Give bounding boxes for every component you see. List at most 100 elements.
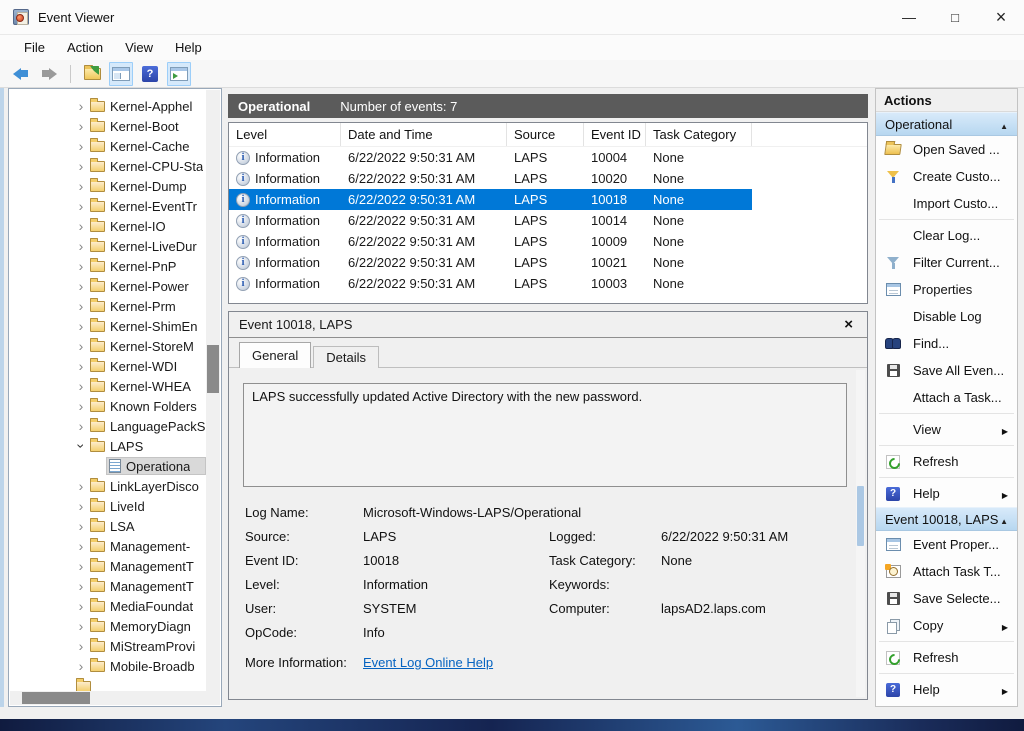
action-properties[interactable]: Properties xyxy=(876,276,1017,303)
chevron-right-icon[interactable] xyxy=(74,199,88,214)
chevron-right-icon[interactable] xyxy=(74,599,88,614)
collapse-section-icon[interactable] xyxy=(1000,117,1008,132)
tree-item-kernel-storem[interactable]: Kernel-StoreM xyxy=(10,336,206,356)
chevron-right-icon[interactable] xyxy=(74,399,88,414)
chevron-right-icon[interactable] xyxy=(74,279,88,294)
chevron-right-icon[interactable] xyxy=(74,619,88,634)
chevron-right-icon[interactable] xyxy=(74,499,88,514)
chevron-right-icon[interactable] xyxy=(74,159,88,174)
tree-item-known-folders[interactable]: Known Folders xyxy=(10,396,206,416)
tree-horizontal-scrollbar-thumb[interactable] xyxy=(22,692,90,704)
chevron-right-icon[interactable] xyxy=(74,519,88,534)
tree-item-kernel-io[interactable]: Kernel-IO xyxy=(10,216,206,236)
action-create-custo[interactable]: Create Custo... xyxy=(876,163,1017,190)
action-find[interactable]: Find... xyxy=(876,330,1017,357)
chevron-right-icon[interactable] xyxy=(74,239,88,254)
event-row-10020[interactable]: Information6/22/2022 9:50:31 AMLAPS10020… xyxy=(229,168,752,189)
action-attach-a-task[interactable]: Attach a Task... xyxy=(876,384,1017,411)
action-refresh[interactable]: Refresh xyxy=(876,644,1017,671)
action-event-proper[interactable]: Event Proper... xyxy=(876,531,1017,558)
chevron-right-icon[interactable] xyxy=(74,539,88,554)
column-header-level[interactable]: Level xyxy=(229,123,341,146)
column-header-task-category[interactable]: Task Category xyxy=(646,123,752,146)
tab-general[interactable]: General xyxy=(239,342,311,368)
back-button[interactable] xyxy=(8,62,32,86)
tree-item-laps[interactable]: LAPS xyxy=(10,436,206,456)
tree-item-management[interactable]: Management- xyxy=(10,536,206,556)
close-detail-icon[interactable]: × xyxy=(840,317,857,332)
chevron-right-icon[interactable] xyxy=(74,259,88,274)
tree-item-kernel-shimen[interactable]: Kernel-ShimEn xyxy=(10,316,206,336)
menu-help[interactable]: Help xyxy=(164,37,213,58)
tree-item-item[interactable] xyxy=(10,676,206,691)
export-log-button[interactable] xyxy=(80,62,104,86)
close-button[interactable]: × xyxy=(978,0,1024,34)
tree-item-kernel-boot[interactable]: Kernel-Boot xyxy=(10,116,206,136)
actions-section-operational[interactable]: Operational xyxy=(876,112,1017,136)
event-row-10021[interactable]: Information6/22/2022 9:50:31 AMLAPS10021… xyxy=(229,252,752,273)
tree-item-kernel-whea[interactable]: Kernel-WHEA xyxy=(10,376,206,396)
tree-item-operationa[interactable]: Operationa xyxy=(10,456,206,476)
tree-item-kernel-dump[interactable]: Kernel-Dump xyxy=(10,176,206,196)
chevron-right-icon[interactable] xyxy=(74,319,88,334)
tree-item-languagepacks[interactable]: LanguagePackS xyxy=(10,416,206,436)
tree-item-linklayerdisco[interactable]: LinkLayerDisco xyxy=(10,476,206,496)
show-console-tree-button[interactable] xyxy=(109,62,133,86)
menu-action[interactable]: Action xyxy=(56,37,114,58)
chevron-right-icon[interactable] xyxy=(74,139,88,154)
chevron-right-icon[interactable] xyxy=(74,419,88,434)
column-header-event-id[interactable]: Event ID xyxy=(584,123,646,146)
chevron-right-icon[interactable] xyxy=(74,639,88,654)
chevron-right-icon[interactable] xyxy=(74,559,88,574)
action-filter-current[interactable]: Filter Current... xyxy=(876,249,1017,276)
detail-vertical-scrollbar-thumb[interactable] xyxy=(857,486,864,546)
tree-item-kernel-livedur[interactable]: Kernel-LiveDur xyxy=(10,236,206,256)
tree-item-kernel-apphel[interactable]: Kernel-Apphel xyxy=(10,96,206,116)
event-row-10003[interactable]: Information6/22/2022 9:50:31 AMLAPS10003… xyxy=(229,273,752,294)
column-header-source[interactable]: Source xyxy=(507,123,584,146)
tree-item-kernel-wdi[interactable]: Kernel-WDI xyxy=(10,356,206,376)
show-action-pane-button[interactable] xyxy=(167,62,191,86)
action-refresh[interactable]: Refresh xyxy=(876,448,1017,475)
actions-section-event-10018-laps[interactable]: Event 10018, LAPS xyxy=(876,507,1017,531)
detail-vertical-scrollbar[interactable] xyxy=(856,370,865,697)
action-view[interactable]: View xyxy=(876,416,1017,443)
chevron-down-icon[interactable] xyxy=(74,439,88,454)
chevron-right-icon[interactable] xyxy=(74,179,88,194)
collapse-section-icon[interactable] xyxy=(1000,512,1008,527)
chevron-right-icon[interactable] xyxy=(74,579,88,594)
action-save-selecte[interactable]: Save Selecte... xyxy=(876,585,1017,612)
tree-item-kernel-power[interactable]: Kernel-Power xyxy=(10,276,206,296)
column-header-date-and-time[interactable]: Date and Time xyxy=(341,123,507,146)
action-copy[interactable]: Copy xyxy=(876,612,1017,639)
tree-item-managementt[interactable]: ManagementT xyxy=(10,576,206,596)
help-button[interactable]: ? xyxy=(138,62,162,86)
tree-item-mediafoundat[interactable]: MediaFoundat xyxy=(10,596,206,616)
event-row-10004[interactable]: Information6/22/2022 9:50:31 AMLAPS10004… xyxy=(229,147,752,168)
tab-details[interactable]: Details xyxy=(313,346,379,368)
chevron-right-icon[interactable] xyxy=(74,379,88,394)
action-help[interactable]: ?Help xyxy=(876,676,1017,703)
menu-view[interactable]: View xyxy=(114,37,164,58)
event-log-online-help-link[interactable]: Event Log Online Help xyxy=(363,651,847,675)
tree-item-kernel-cpu-sta[interactable]: Kernel-CPU-Sta xyxy=(10,156,206,176)
chevron-right-icon[interactable] xyxy=(74,119,88,134)
tree-item-kernel-cache[interactable]: Kernel-Cache xyxy=(10,136,206,156)
action-help[interactable]: ?Help xyxy=(876,480,1017,507)
tree-item-kernel-pnp[interactable]: Kernel-PnP xyxy=(10,256,206,276)
action-open-saved[interactable]: Open Saved ... xyxy=(876,136,1017,163)
tree-item-mistreamprovi[interactable]: MiStreamProvi xyxy=(10,636,206,656)
chevron-right-icon[interactable] xyxy=(74,219,88,234)
action-import-custo[interactable]: Import Custo... xyxy=(876,190,1017,217)
action-disable-log[interactable]: Disable Log xyxy=(876,303,1017,330)
chevron-right-icon[interactable] xyxy=(74,99,88,114)
chevron-right-icon[interactable] xyxy=(74,359,88,374)
event-row-10014[interactable]: Information6/22/2022 9:50:31 AMLAPS10014… xyxy=(229,210,752,231)
tree-item-managementt[interactable]: ManagementT xyxy=(10,556,206,576)
chevron-right-icon[interactable] xyxy=(74,339,88,354)
tree-vertical-scrollbar-thumb[interactable] xyxy=(207,345,219,393)
menu-file[interactable]: File xyxy=(13,37,56,58)
tree-item-lsa[interactable]: LSA xyxy=(10,516,206,536)
tree-vertical-scrollbar[interactable] xyxy=(206,90,220,691)
tree-item-mobile-broadb[interactable]: Mobile-Broadb xyxy=(10,656,206,676)
